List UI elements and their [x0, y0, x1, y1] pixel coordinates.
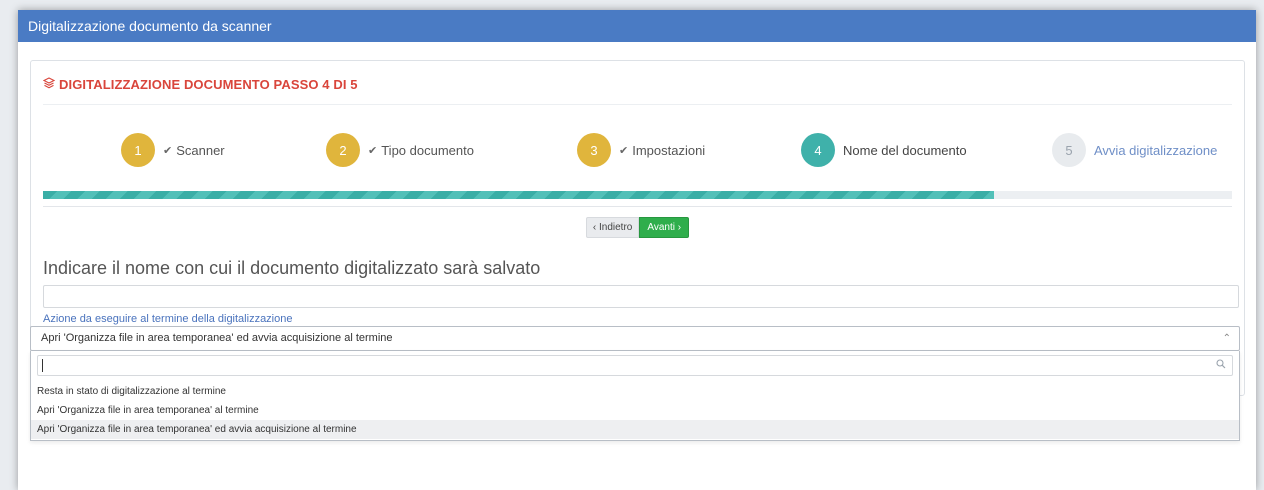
- wizard-heading: DIGITALIZZAZIONE DOCUMENTO PASSO 4 DI 5: [42, 77, 358, 92]
- next-button[interactable]: Avanti ›: [639, 217, 690, 238]
- action-select[interactable]: Apri 'Organizza file in area temporanea'…: [30, 326, 1240, 351]
- step-impostazioni[interactable]: 3 ✔ Impostazioni: [577, 131, 705, 169]
- dropdown-search-input[interactable]: [37, 355, 1233, 376]
- action-field-label: Azione da eseguire al termine della digi…: [43, 313, 293, 325]
- dropdown-option[interactable]: Apri 'Organizza file in area temporanea'…: [31, 401, 1239, 420]
- chevron-up-icon: ⌃: [1222, 333, 1231, 344]
- back-button[interactable]: ‹ Indietro: [585, 217, 640, 238]
- action-select-value: Apri 'Organizza file in area temporanea'…: [41, 332, 393, 344]
- layers-icon: [42, 77, 56, 92]
- check-icon: ✔: [368, 144, 378, 157]
- action-dropdown: Resta in stato di digitalizzazione al te…: [30, 351, 1240, 441]
- step-avvia-digitalizzazione[interactable]: 5 Avvia digitalizzazione: [1052, 131, 1217, 169]
- progress-fill: [43, 191, 995, 199]
- progress-divider: [43, 206, 1232, 207]
- text-caret: [42, 359, 43, 372]
- step-label: Impostazioni: [632, 142, 706, 158]
- dropdown-option-selected[interactable]: Apri 'Organizza file in area temporanea'…: [31, 420, 1239, 439]
- step-tipo-documento[interactable]: 2 ✔ Tipo documento: [326, 131, 474, 169]
- window-title: Digitalizzazione documento da scanner: [18, 10, 1256, 42]
- wizard-nav: ‹ Indietro Avanti ›: [31, 217, 1244, 238]
- heading-divider: [43, 104, 1232, 105]
- check-icon: ✔: [163, 144, 173, 157]
- step-label: Nome del documento: [843, 142, 967, 158]
- step-number: 4: [801, 133, 835, 167]
- wizard-steps: 1 ✔ Scanner 2 ✔ Tipo documento 3 ✔ Impostaz…: [31, 131, 1244, 169]
- document-name-input[interactable]: [43, 285, 1239, 308]
- wizard-heading-text: DIGITALIZZAZIONE DOCUMENTO PASSO 4 DI 5: [59, 77, 358, 92]
- search-icon: [1216, 359, 1226, 372]
- step-label: Tipo documento: [381, 142, 474, 158]
- wizard-progress-bar: [43, 191, 1232, 199]
- step-number: 1: [121, 133, 155, 167]
- step-number: 3: [577, 133, 611, 167]
- check-icon: ✔: [619, 144, 629, 157]
- step-nome-documento[interactable]: 4 Nome del documento: [801, 131, 967, 169]
- step-label: Avvia digitalizzazione: [1094, 142, 1218, 158]
- dropdown-option[interactable]: Resta in stato di digitalizzazione al te…: [31, 382, 1239, 401]
- document-name-question: Indicare il nome con cui il documento di…: [43, 258, 541, 278]
- step-label: Scanner: [176, 142, 225, 158]
- step-number: 2: [326, 133, 360, 167]
- step-scanner[interactable]: 1 ✔ Scanner: [121, 131, 225, 169]
- step-number: 5: [1052, 133, 1086, 167]
